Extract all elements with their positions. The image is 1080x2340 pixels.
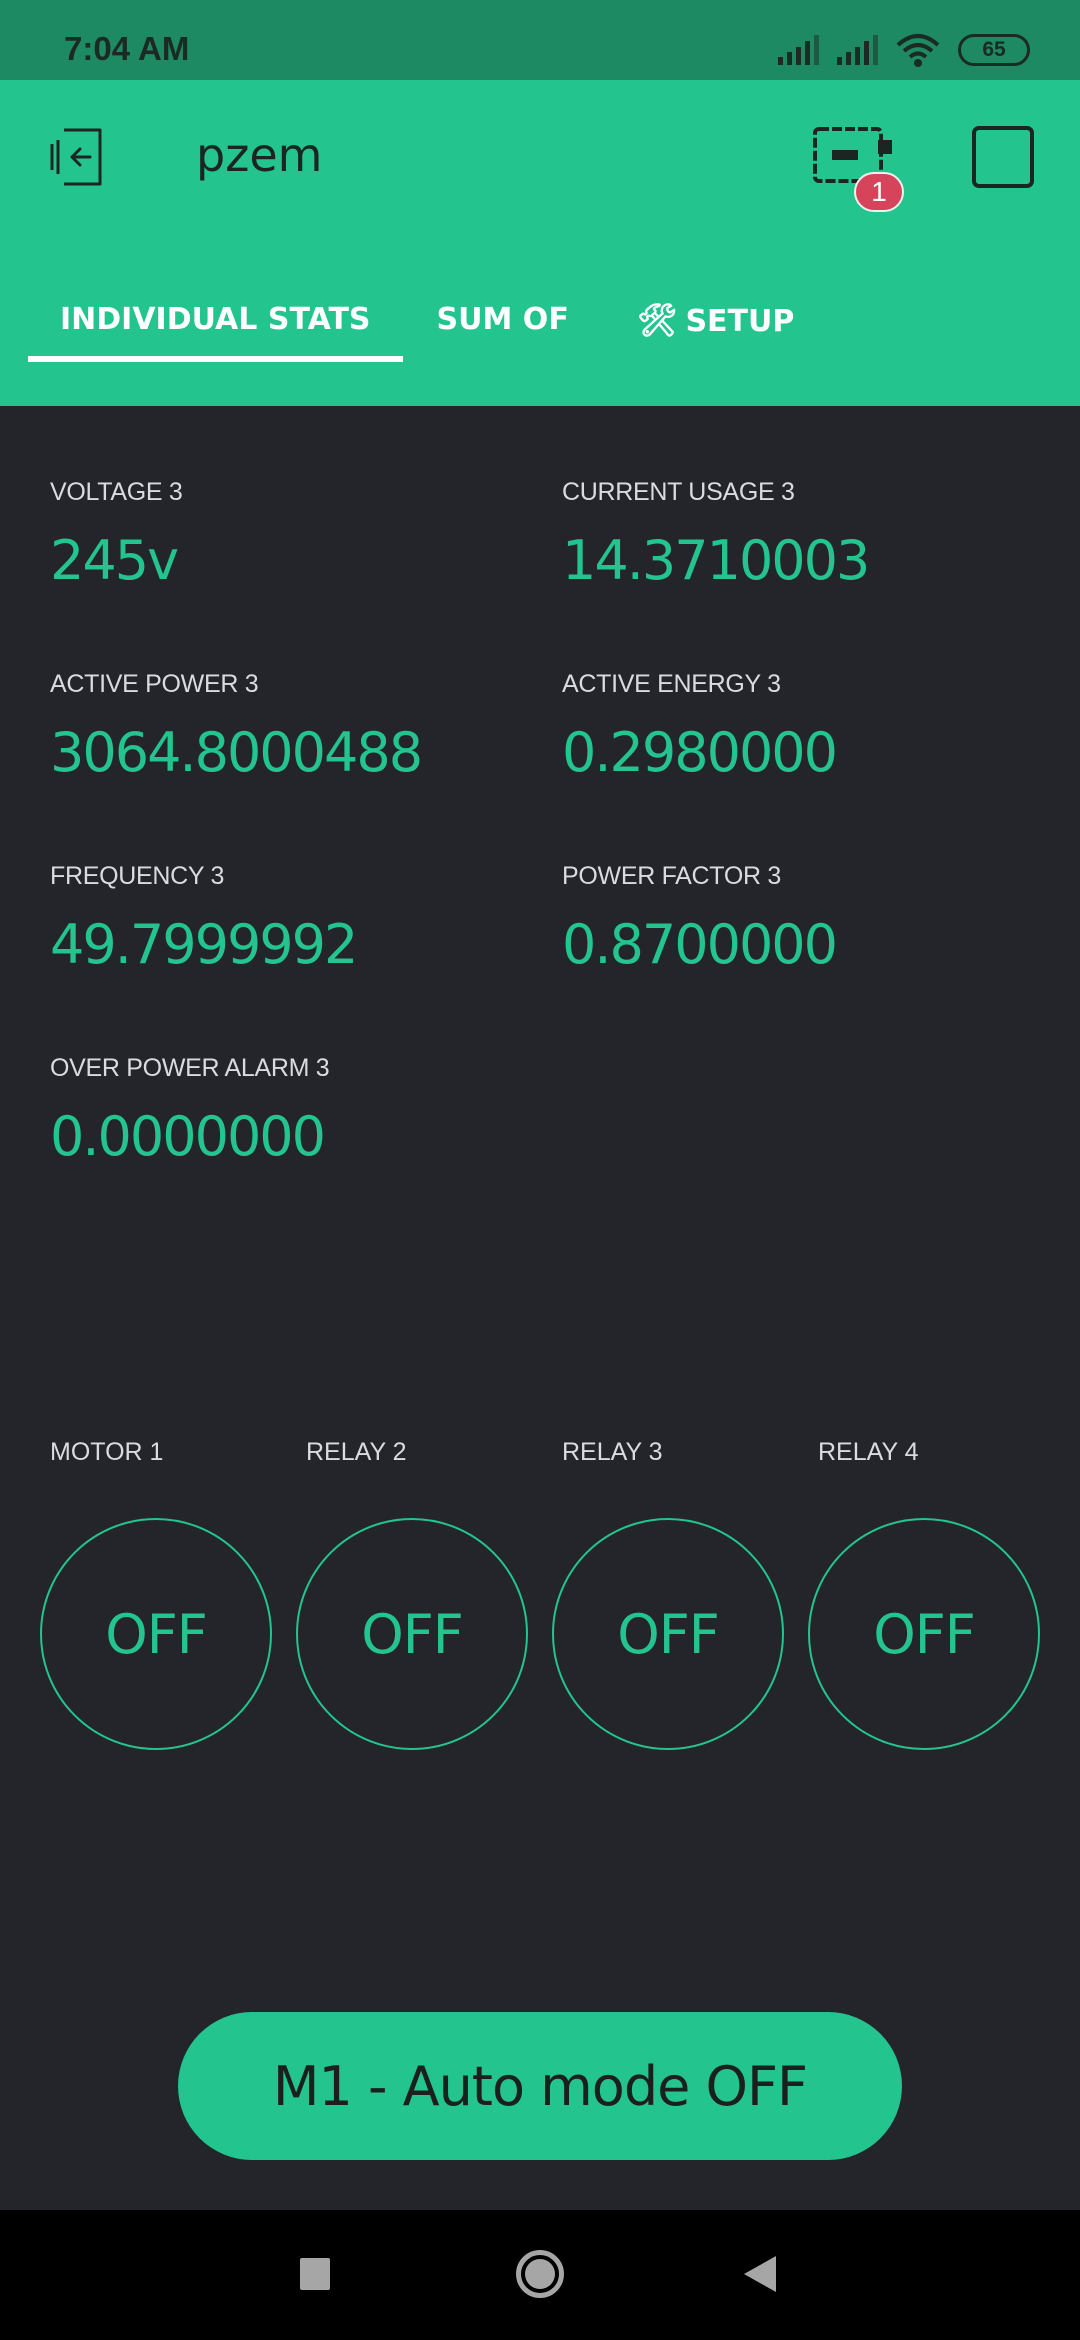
status-time: 7:04 AM — [64, 30, 190, 67]
tab-setup[interactable]: 🛠 SETUP — [603, 298, 829, 362]
project-title: pzem — [196, 128, 323, 182]
battery-icon: 65 — [958, 34, 1030, 66]
stat-value: 0.2980000 — [562, 721, 838, 784]
stat-active-energy: ACTIVE ENERGY 3 0.2980000 — [562, 670, 838, 784]
recents-icon[interactable] — [300, 2258, 330, 2290]
stat-value: 49.7999992 — [50, 913, 358, 976]
tab-label: INDIVIDUAL STATS — [60, 302, 371, 337]
exit-icon[interactable] — [44, 124, 110, 190]
stat-over-power-alarm: OVER POWER ALARM 3 0.0000000 — [50, 1054, 330, 1168]
wifi-icon — [896, 34, 940, 67]
switch-label-relay-2: RELAY 2 — [306, 1438, 407, 1466]
tab-individual-stats[interactable]: INDIVIDUAL STATS — [28, 298, 403, 362]
signal-icon-2 — [837, 35, 878, 65]
home-icon[interactable] — [516, 2250, 564, 2298]
relay-2-button[interactable]: OFF — [296, 1518, 528, 1750]
switch-label-motor-1: MOTOR 1 — [50, 1438, 164, 1466]
relay-4-button[interactable]: OFF — [808, 1518, 1040, 1750]
stat-value: 3064.8000488 — [50, 721, 423, 784]
signal-icon — [778, 35, 819, 65]
navigation-bar — [0, 2210, 1080, 2340]
stat-label: CURRENT USAGE 3 — [562, 478, 795, 506]
tab-label: SETUP — [685, 304, 795, 339]
motor-1-button[interactable]: OFF — [40, 1518, 272, 1750]
stat-label: POWER FACTOR 3 — [562, 862, 781, 890]
notification-badge: 1 — [854, 172, 904, 212]
stat-value: 0.0000000 — [50, 1105, 326, 1168]
stat-voltage: VOLTAGE 3 245v — [50, 478, 183, 592]
system-icons: 65 — [778, 30, 1030, 70]
stat-frequency: FREQUENCY 3 49.7999992 — [50, 862, 358, 976]
switch-label-relay-3: RELAY 3 — [562, 1438, 663, 1466]
tab-sum-of[interactable]: SUM OF — [403, 298, 603, 362]
switch-label-relay-4: RELAY 4 — [818, 1438, 919, 1466]
stat-power-factor: POWER FACTOR 3 0.8700000 — [562, 862, 838, 976]
tab-bar: INDIVIDUAL STATS SUM OF 🛠 SETUP — [28, 298, 828, 362]
dashboard: VOLTAGE 3 245v CURRENT USAGE 3 14.371000… — [0, 406, 1080, 2210]
stat-value: 245v — [50, 529, 179, 592]
stat-current-usage: CURRENT USAGE 3 14.3710003 — [562, 478, 870, 592]
auto-mode-button[interactable]: M1 - Auto mode OFF — [178, 2012, 902, 2160]
stat-label: ACTIVE ENERGY 3 — [562, 670, 781, 698]
stat-label: OVER POWER ALARM 3 — [50, 1054, 330, 1082]
stat-label: ACTIVE POWER 3 — [50, 670, 259, 698]
tab-label: SUM OF — [436, 302, 569, 337]
stat-value: 14.3710003 — [562, 529, 870, 592]
stop-button[interactable] — [972, 126, 1034, 188]
stat-active-power: ACTIVE POWER 3 3064.8000488 — [50, 670, 423, 784]
stat-label: FREQUENCY 3 — [50, 862, 225, 890]
relay-3-button[interactable]: OFF — [552, 1518, 784, 1750]
app-bar: pzem 1 INDIVIDUAL STATS SUM OF 🛠 SETUP — [0, 80, 1080, 406]
status-bar: 7:04 AM 65 — [0, 0, 1080, 80]
tools-icon: 🛠 — [636, 301, 678, 339]
back-icon[interactable] — [744, 2256, 776, 2292]
stat-label: VOLTAGE 3 — [50, 478, 183, 506]
stat-value: 0.8700000 — [562, 913, 838, 976]
